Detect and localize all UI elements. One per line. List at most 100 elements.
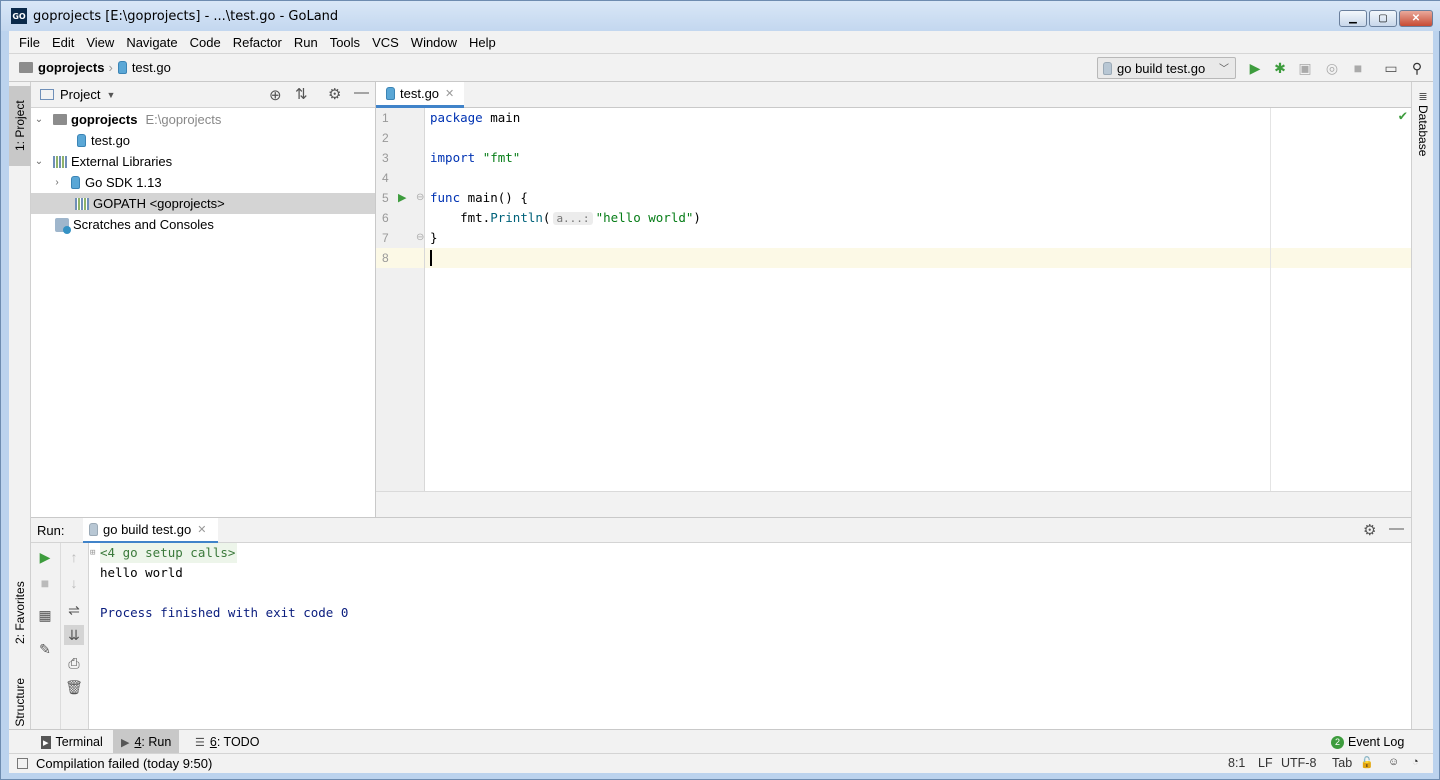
- project-tool-tab[interactable]: 1: Project: [9, 86, 31, 166]
- menu-window[interactable]: Window: [405, 35, 463, 50]
- editor-tab-label: test.go: [400, 86, 440, 101]
- favorites-tool-tab[interactable]: 2: Favorites: [9, 568, 31, 658]
- hector-icon[interactable]: ☺: [1388, 756, 1399, 768]
- run-tab-go-build[interactable]: go build test.go ✕: [83, 518, 218, 544]
- expanded-arrow-icon[interactable]: ⌄: [33, 156, 45, 167]
- run-anything-icon[interactable]: ▭: [1382, 59, 1400, 77]
- menu-view[interactable]: View: [80, 35, 120, 50]
- tree-item-scratches[interactable]: Scratches and Consoles: [31, 214, 375, 235]
- console-output[interactable]: ⊞ <4 go setup calls> hello world Process…: [89, 543, 1411, 729]
- fold-icon[interactable]: ⊖: [416, 192, 424, 203]
- indent-setting[interactable]: Tab: [1332, 756, 1352, 770]
- run-tool-tab[interactable]: ▶ 4: Run: [113, 730, 180, 754]
- breadcrumb-project[interactable]: goprojects: [38, 60, 104, 75]
- project-view-selector[interactable]: Project: [60, 87, 100, 102]
- locate-file-icon[interactable]: ⊕: [269, 86, 282, 104]
- close-tab-icon[interactable]: ✕: [445, 87, 454, 100]
- dropdown-arrow-icon[interactable]: ▼: [106, 90, 115, 100]
- pin-tab-icon[interactable]: ✎: [35, 639, 55, 659]
- maximize-button[interactable]: ▢: [1369, 10, 1397, 27]
- toggle-tool-windows-icon[interactable]: [17, 758, 28, 769]
- up-arrow-icon[interactable]: ↑: [64, 547, 84, 567]
- tree-item-go-sdk[interactable]: › Go SDK 1.13: [31, 172, 375, 193]
- run-gutter-icon[interactable]: ▶: [398, 191, 406, 204]
- todo-tool-tab[interactable]: ☰ 6: TODO: [187, 730, 267, 754]
- gear-icon[interactable]: ⚙: [1363, 521, 1376, 539]
- menu-help[interactable]: Help: [463, 35, 502, 50]
- expanded-arrow-icon[interactable]: ⌄: [33, 114, 45, 125]
- menu-tools[interactable]: Tools: [324, 35, 366, 50]
- line-number: 3: [382, 151, 389, 165]
- collapse-all-icon[interactable]: ⇅: [295, 85, 308, 103]
- soft-wrap-icon[interactable]: ⇌: [64, 600, 84, 620]
- search-icon[interactable]: ⚲: [1408, 59, 1426, 77]
- collapsed-arrow-icon[interactable]: ›: [51, 177, 63, 188]
- layout-icon[interactable]: ▦: [35, 605, 55, 625]
- libraries-icon: [53, 155, 67, 168]
- run-config-label: go build test.go: [1117, 60, 1206, 76]
- menu-edit[interactable]: Edit: [46, 35, 80, 50]
- menu-file[interactable]: File: [13, 35, 46, 50]
- database-tool-tab[interactable]: ≣ Database: [1415, 90, 1431, 170]
- event-log-tool-tab[interactable]: 2 Event Log: [1323, 730, 1412, 754]
- chevron-down-icon: ﹀: [1219, 64, 1229, 75]
- goland-app-icon: GO: [11, 8, 27, 24]
- print-icon[interactable]: ⎙: [64, 653, 84, 673]
- editor-bottom-area: [376, 491, 1411, 517]
- close-window-button[interactable]: ✕: [1399, 10, 1433, 27]
- close-tab-icon[interactable]: ✕: [197, 523, 206, 536]
- run-with-coverage-icon[interactable]: ▣: [1296, 59, 1314, 77]
- profile-icon[interactable]: ◎: [1323, 59, 1341, 77]
- tree-item-goprojects[interactable]: ⌄ goprojects E:\goprojects: [31, 109, 375, 130]
- line-separator[interactable]: LF: [1258, 756, 1273, 770]
- trash-icon[interactable]: 🗑: [64, 677, 84, 697]
- terminal-tool-tab[interactable]: ▸ Terminal: [33, 730, 111, 754]
- go-sdk-icon: [71, 176, 80, 189]
- debug-bug-icon[interactable]: ✱: [1271, 59, 1289, 77]
- hide-panel-icon[interactable]: —: [354, 84, 369, 101]
- lock-icon[interactable]: 🔓: [1360, 756, 1374, 769]
- expand-icon[interactable]: ⊞: [90, 548, 95, 558]
- todo-tool-label: : TODO: [216, 735, 260, 749]
- status-message[interactable]: Compilation failed (today 9:50): [36, 756, 212, 771]
- tree-item-external-libraries[interactable]: ⌄ External Libraries: [31, 151, 375, 172]
- line-number: 1: [382, 111, 389, 125]
- menu-navigate[interactable]: Navigate: [120, 35, 183, 50]
- rerun-icon[interactable]: ▶: [35, 547, 55, 567]
- gear-icon[interactable]: ⚙: [328, 85, 341, 103]
- inspection-ok-checkmark-icon[interactable]: ✔: [1399, 108, 1407, 124]
- todo-list-icon: ☰: [195, 736, 205, 749]
- run-configuration-selector[interactable]: go build test.go ﹀: [1097, 57, 1236, 79]
- folder-icon: [19, 62, 33, 73]
- menu-code[interactable]: Code: [184, 35, 227, 50]
- tree-item-test-go[interactable]: test.go: [31, 130, 375, 151]
- stop-icon[interactable]: ■: [35, 573, 55, 593]
- scroll-to-end-icon[interactable]: ⇊: [64, 625, 84, 645]
- caret-position[interactable]: 8:1: [1228, 756, 1245, 770]
- go-config-icon: [1103, 61, 1112, 75]
- menu-run[interactable]: Run: [288, 35, 324, 50]
- breadcrumb-file[interactable]: test.go: [132, 60, 171, 75]
- stop-icon[interactable]: ■: [1349, 59, 1367, 77]
- terminal-label: Terminal: [55, 735, 103, 749]
- code-line: }: [430, 230, 438, 245]
- tree-item-gopath[interactable]: GOPATH <goprojects>: [31, 193, 375, 214]
- code-line: package main: [430, 110, 521, 125]
- tree-item-path: E:\goprojects: [145, 112, 222, 127]
- file-encoding[interactable]: UTF-8: [1281, 756, 1316, 770]
- minimize-button[interactable]: ▁: [1339, 10, 1367, 27]
- tree-item-label: goprojects: [71, 112, 138, 127]
- editor-tab-test-go[interactable]: test.go ✕: [376, 82, 464, 108]
- down-arrow-icon[interactable]: ↓: [64, 573, 84, 593]
- parameter-hint: a...:: [553, 212, 593, 225]
- fold-icon[interactable]: ⊖: [416, 232, 424, 243]
- menu-refactor[interactable]: Refactor: [227, 35, 288, 50]
- console-setup-calls[interactable]: <4 go setup calls>: [100, 543, 238, 563]
- notifications-icon[interactable]: ◔: [1412, 756, 1419, 768]
- run-icon[interactable]: ▶: [1246, 59, 1264, 77]
- breadcrumb: goprojects › test.go: [9, 60, 171, 75]
- folder-icon: [53, 114, 67, 125]
- menu-vcs[interactable]: VCS: [366, 35, 405, 50]
- hide-panel-icon[interactable]: —: [1389, 520, 1404, 537]
- code-editor[interactable]: package main import "fmt" func main() { …: [425, 108, 1411, 491]
